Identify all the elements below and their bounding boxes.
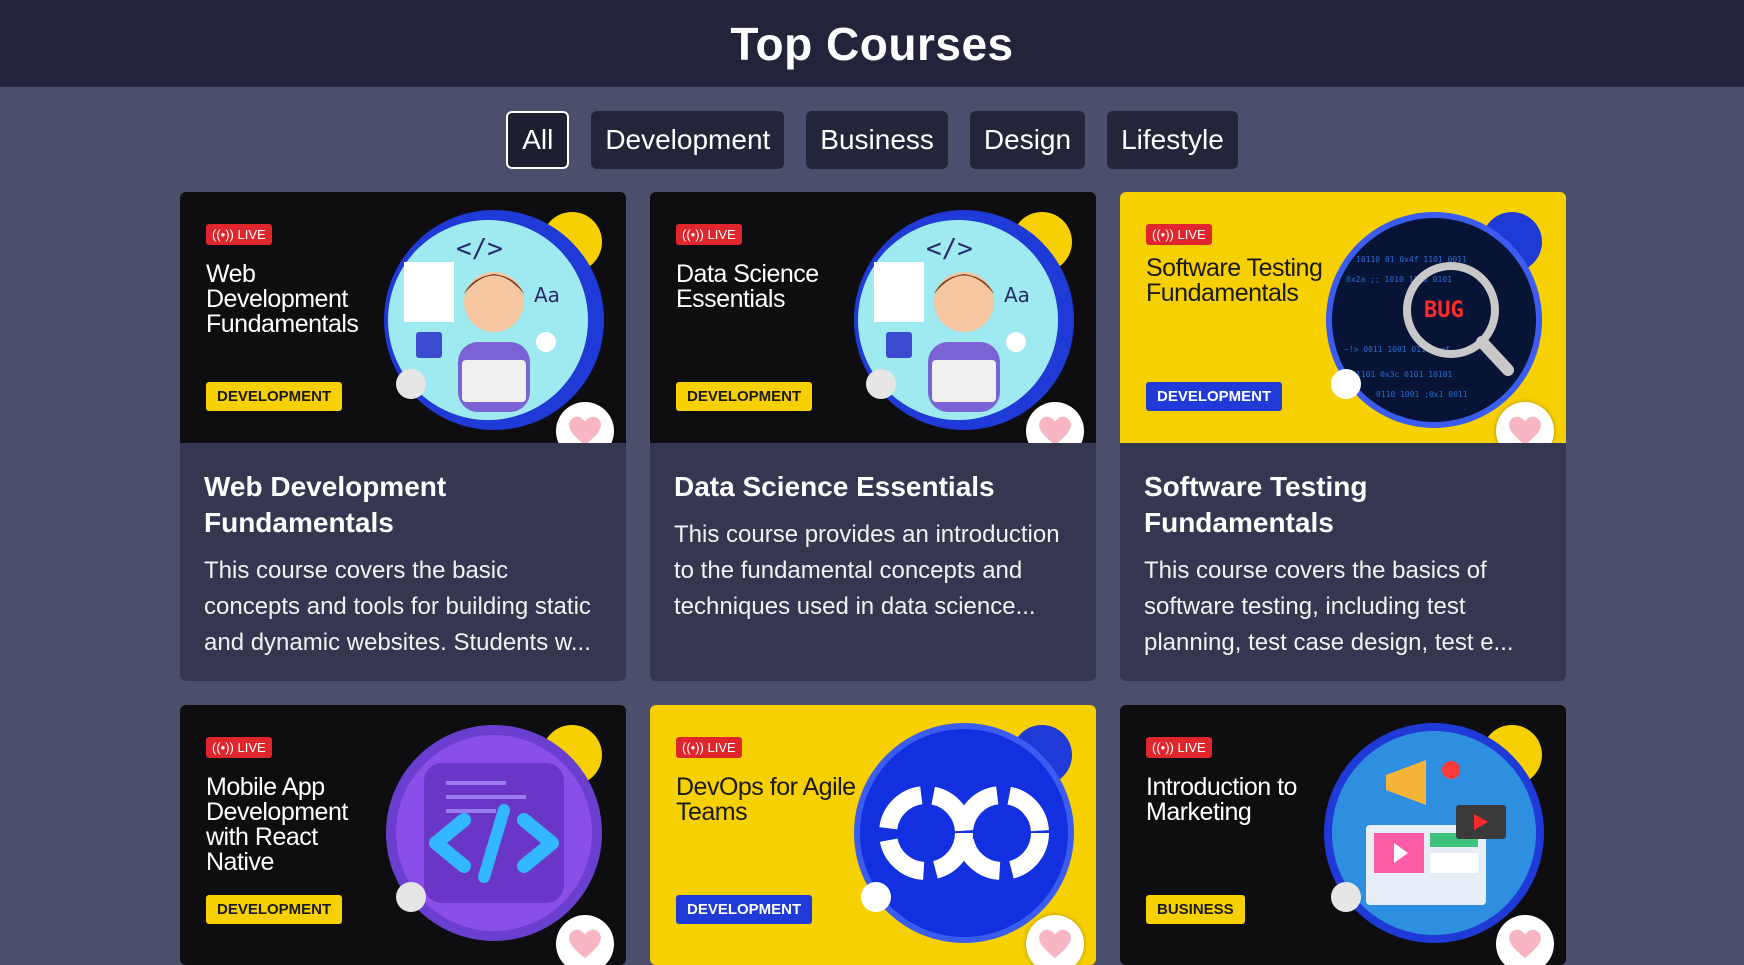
filter-business-button[interactable]: Business <box>806 111 948 169</box>
heart-icon <box>1509 929 1541 959</box>
course-thumbnail: ((•)) LIVE Software Testing Fundamentals… <box>1120 192 1566 443</box>
heart-icon <box>1039 929 1071 959</box>
category-badge: DEVELOPMENT <box>676 895 813 924</box>
svg-text:</>: </> <box>456 234 503 264</box>
course-thumbnail: ((•)) LIVE DevOps for Agile Teams DEVELO… <box>650 705 1096 965</box>
category-badge: DEVELOPMENT <box>206 382 343 411</box>
thumbnail-title: Software Testing Fundamentals <box>1146 254 1323 307</box>
live-badge: ((•)) LIVE <box>676 224 742 245</box>
heart-icon <box>1509 416 1541 443</box>
course-title: Data Science Essentials <box>674 471 995 502</box>
category-badge: DEVELOPMENT <box>206 895 343 924</box>
category-badge: DEVELOPMENT <box>676 382 813 411</box>
thumbnail-title: Data Science Essentials <box>676 260 819 313</box>
live-badge: ((•)) LIVE <box>206 737 272 758</box>
svg-text:</>: </> <box>926 234 973 264</box>
course-thumbnail: ((•)) LIVE Web Development Fundamentals … <box>180 192 626 443</box>
svg-text:0110 1001 ;0x1 0011: 0110 1001 ;0x1 0011 <box>1376 390 1468 399</box>
favorite-heart-button[interactable] <box>556 915 614 965</box>
course-thumbnail: ((•)) LIVE Mobile App Development with R… <box>180 705 626 965</box>
filter-lifestyle-button[interactable]: Lifestyle <box>1107 111 1238 169</box>
course-card[interactable]: ((•)) LIVE Web Development Fundamentals … <box>180 192 626 681</box>
course-thumbnail: ((•)) LIVE Introduction to Marketing BUS… <box>1120 705 1566 965</box>
filter-design-button[interactable]: Design <box>969 111 1086 169</box>
filter-development-button[interactable]: Development <box>591 111 785 169</box>
page-header: Top Courses <box>0 0 1744 87</box>
course-grid: ((•)) LIVE Web Development Fundamentals … <box>180 192 1566 965</box>
live-badge: ((•)) LIVE <box>676 737 742 758</box>
course-description: This course covers the basic concepts an… <box>204 557 591 656</box>
course-card[interactable]: ((•)) LIVE Data Science Essentials DEVEL… <box>650 192 1096 681</box>
heart-icon <box>569 929 601 959</box>
category-badge: BUSINESS <box>1146 895 1245 924</box>
thumbnail-title: DevOps for Agile Teams <box>676 773 856 826</box>
course-thumbnail: ((•)) LIVE Data Science Essentials DEVEL… <box>650 192 1096 443</box>
filter-all-button[interactable]: All <box>506 111 570 169</box>
page-title: Top Courses <box>730 17 1014 70</box>
svg-text:Aa: Aa <box>1004 283 1030 307</box>
thumbnail-title: Introduction to Marketing <box>1146 773 1297 826</box>
svg-text:Aa: Aa <box>534 283 560 307</box>
live-badge: ((•)) LIVE <box>1146 224 1212 245</box>
course-title: Web Development Fundamentals <box>204 471 447 538</box>
live-badge: ((•)) LIVE <box>206 224 272 245</box>
course-description: This course covers the basics of softwar… <box>1144 557 1514 656</box>
course-description: This course provides an introduction to … <box>674 521 1060 620</box>
category-badge: DEVELOPMENT <box>1146 382 1283 411</box>
svg-text:0x2a ;; 1010 1110 0101: 0x2a ;; 1010 1110 0101 <box>1346 275 1452 284</box>
live-badge: ((•)) LIVE <box>1146 737 1212 758</box>
course-card[interactable]: ((•)) LIVE DevOps for Agile Teams DEVELO… <box>650 705 1096 965</box>
course-card[interactable]: ((•)) LIVE Introduction to Marketing BUS… <box>1120 705 1566 965</box>
course-card[interactable]: ((•)) LIVE Mobile App Development with R… <box>180 705 626 965</box>
thumbnail-title: Mobile App Development with React Native <box>206 773 348 876</box>
favorite-heart-button[interactable] <box>1496 915 1554 965</box>
bug-label: BUG <box>1424 298 1464 323</box>
favorite-heart-button[interactable] <box>1026 915 1084 965</box>
course-title: Software Testing Fundamentals <box>1144 471 1368 538</box>
heart-icon <box>1039 416 1071 443</box>
thumbnail-title: Web Development Fundamentals <box>206 260 359 338</box>
category-filter-bar: All Development Business Design Lifestyl… <box>0 111 1744 169</box>
svg-text:1101 0x3c 0101 10101: 1101 0x3c 0101 10101 <box>1356 370 1453 379</box>
heart-icon <box>569 416 601 443</box>
course-card[interactable]: ((•)) LIVE Software Testing Fundamentals… <box>1120 192 1566 681</box>
